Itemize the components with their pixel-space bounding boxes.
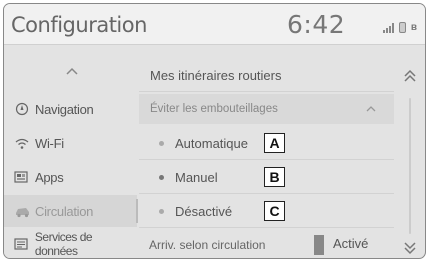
status-icons: ʙ: [382, 19, 417, 33]
signal-icon: [382, 23, 394, 33]
clock: 6:42: [287, 10, 346, 39]
phone-icon: [398, 22, 406, 33]
scroll-down-icon[interactable]: [402, 240, 418, 256]
arrival-by-traffic-row[interactable]: Arriv. selon circulation Activé: [139, 229, 394, 258]
toggle-indicator[interactable]: [314, 235, 324, 255]
arrival-by-traffic-label: Arriv. selon circulation: [149, 237, 266, 252]
infotainment-screen: Configuration 6:42 ʙ Navigation Wi-Fi Ap…: [3, 3, 426, 259]
data-services-icon: [13, 237, 31, 251]
chevron-up-icon[interactable]: [62, 64, 82, 78]
sidebar-item-label: Circulation: [35, 203, 94, 219]
option-label: Manuel: [175, 169, 218, 185]
scroll-up-icon[interactable]: [402, 68, 418, 84]
option-label: Désactivé: [175, 203, 233, 219]
radio-indicator: [159, 208, 164, 214]
settings-list: Mes itinéraires routiers Éviter les embo…: [139, 46, 394, 258]
sidebar-item-label: Navigation: [35, 101, 94, 117]
option-automatique[interactable]: Automatique A: [139, 127, 394, 160]
apps-icon: [13, 170, 31, 184]
section-heading-label: Mes itinéraires routiers: [150, 68, 282, 83]
compass-icon: [13, 102, 31, 116]
section-heading: Mes itinéraires routiers: [139, 60, 394, 92]
avoid-traffic-jams-label: Éviter les embouteillages: [150, 103, 278, 115]
status-header: Configuration 6:42 ʙ: [4, 4, 425, 45]
radio-indicator: [159, 174, 164, 180]
sidebar-item-label: Wi-Fi: [35, 135, 64, 151]
scroll-column: [395, 46, 425, 258]
option-label: Automatique: [175, 135, 248, 151]
option-manuel[interactable]: Manuel B: [139, 161, 394, 194]
sidebar-item-label: Apps: [35, 169, 64, 185]
sidebar-item-navigation[interactable]: Navigation: [4, 93, 137, 125]
avoid-traffic-jams-header[interactable]: Éviter les embouteillages: [139, 94, 394, 124]
sidebar-item-label: Services de données: [34, 230, 93, 258]
callout-badge: A: [264, 133, 285, 153]
sidebar: Navigation Wi-Fi Apps Circulation Servic: [4, 46, 138, 258]
sidebar-item-apps[interactable]: Apps: [4, 161, 137, 193]
radio-indicator: [159, 140, 164, 146]
page-title: Configuration: [11, 13, 147, 37]
sidebar-item-data-services[interactable]: Services de données: [4, 228, 137, 258]
scrollbar[interactable]: [409, 98, 411, 234]
callout-badge: B: [264, 167, 285, 187]
sidebar-item-wifi[interactable]: Wi-Fi: [4, 127, 137, 159]
option-desactive[interactable]: Désactivé C: [139, 195, 394, 228]
sidebar-item-circulation[interactable]: Circulation: [4, 195, 138, 227]
chevron-up-icon: [366, 106, 376, 112]
car-icon: [13, 204, 31, 218]
wifi-icon: [13, 136, 31, 150]
bluetooth-icon: ʙ: [410, 22, 417, 33]
toggle-state: Activé: [333, 236, 369, 251]
callout-badge: C: [264, 201, 285, 221]
